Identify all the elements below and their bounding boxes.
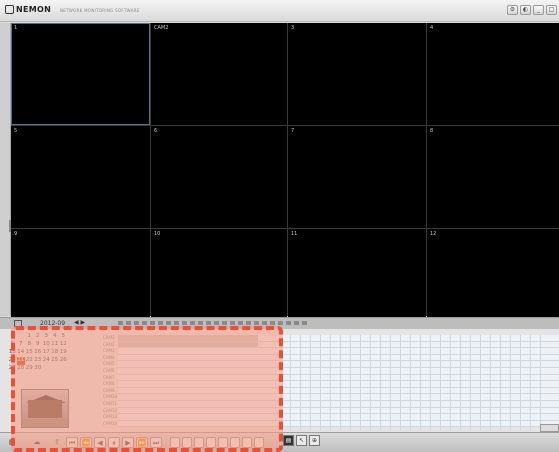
camera-tile-label: 12	[430, 231, 437, 237]
camera-tile[interactable]: 3	[288, 23, 426, 125]
hour-tick	[118, 321, 123, 325]
timeline-hour-ticks	[118, 321, 307, 325]
hour-tick	[246, 321, 251, 325]
month-nav-arrows[interactable]: ◀ ▶	[74, 319, 85, 326]
camera-tile[interactable]: 7	[288, 126, 426, 228]
camera-tile-label: 3	[291, 25, 295, 31]
camera-tile-label: 5	[14, 128, 18, 134]
camera-grid: 1 CAM2 3 4 5 6 7 8 9 10 11 12	[11, 23, 559, 318]
hour-tick	[174, 321, 179, 325]
camera-tile[interactable]: 4	[427, 23, 559, 125]
hour-tick	[206, 321, 211, 325]
view-tools: ▤ ↖ ⊕	[283, 435, 320, 446]
film-icon[interactable]: ▤	[283, 435, 294, 446]
hour-tick	[126, 321, 131, 325]
cursor-icon[interactable]: ↖	[296, 435, 307, 446]
camera-tile-label: 11	[291, 231, 298, 237]
camera-tile-label: CAM2	[154, 25, 169, 31]
hour-tick	[158, 321, 163, 325]
theme-icon[interactable]: ◐	[520, 5, 531, 15]
hour-tick	[254, 321, 259, 325]
camera-tile-label: 6	[154, 128, 158, 134]
zoom-icon[interactable]: ⊕	[309, 435, 320, 446]
camera-tile[interactable]: 5	[11, 126, 150, 228]
highlighted-region	[11, 326, 283, 452]
nvr-app-window: NEMON NETWORK MONITORING SOFTWARE ⚙ ◐ _ …	[0, 0, 559, 452]
camera-tile-label: 10	[154, 231, 161, 237]
hour-tick	[262, 321, 267, 325]
hour-tick	[134, 321, 139, 325]
camera-tile-label: 4	[430, 25, 434, 31]
hour-tick	[150, 321, 155, 325]
hour-tick	[166, 321, 171, 325]
maximize-button[interactable]: □	[546, 5, 557, 15]
camera-tile[interactable]: 10	[151, 229, 287, 318]
minimize-button[interactable]: _	[533, 5, 544, 15]
app-logo: NEMON	[5, 5, 51, 14]
settings-icon[interactable]: ⚙	[507, 5, 518, 15]
hour-tick	[182, 321, 187, 325]
hour-tick	[190, 321, 195, 325]
logo-text: NEMON	[16, 5, 52, 14]
hour-tick	[142, 321, 147, 325]
camera-tile-label: 8	[430, 128, 434, 134]
hour-tick	[230, 321, 235, 325]
camera-tile[interactable]: 11	[288, 229, 426, 318]
timeline-scrollbar[interactable]	[540, 424, 559, 432]
camera-tile[interactable]: CAM2	[151, 23, 287, 125]
camera-tile[interactable]: 9	[11, 229, 150, 318]
title-bar: NEMON NETWORK MONITORING SOFTWARE ⚙ ◐ _ …	[0, 0, 559, 22]
hour-tick	[238, 321, 243, 325]
hour-tick	[198, 321, 203, 325]
camera-tile-label: 9	[14, 231, 18, 237]
hour-tick	[222, 321, 227, 325]
hour-tick	[270, 321, 275, 325]
hour-tick	[302, 321, 307, 325]
camera-tile[interactable]: 6	[151, 126, 287, 228]
left-side-panel	[0, 23, 11, 316]
hour-tick	[286, 321, 291, 325]
camera-tile-label: 1	[14, 25, 18, 31]
camera-tile-label: 7	[291, 128, 295, 134]
window-controls: ⚙ ◐ _ □	[507, 5, 557, 15]
camera-tile[interactable]: 1	[11, 23, 150, 125]
hour-tick	[294, 321, 299, 325]
logo-icon	[5, 5, 14, 14]
hour-tick	[278, 321, 283, 325]
app-subtitle: NETWORK MONITORING SOFTWARE	[60, 8, 140, 13]
hour-tick	[214, 321, 219, 325]
camera-tile[interactable]: 8	[427, 126, 559, 228]
camera-tile[interactable]: 12	[427, 229, 559, 318]
timeline-grid[interactable]	[290, 335, 548, 430]
